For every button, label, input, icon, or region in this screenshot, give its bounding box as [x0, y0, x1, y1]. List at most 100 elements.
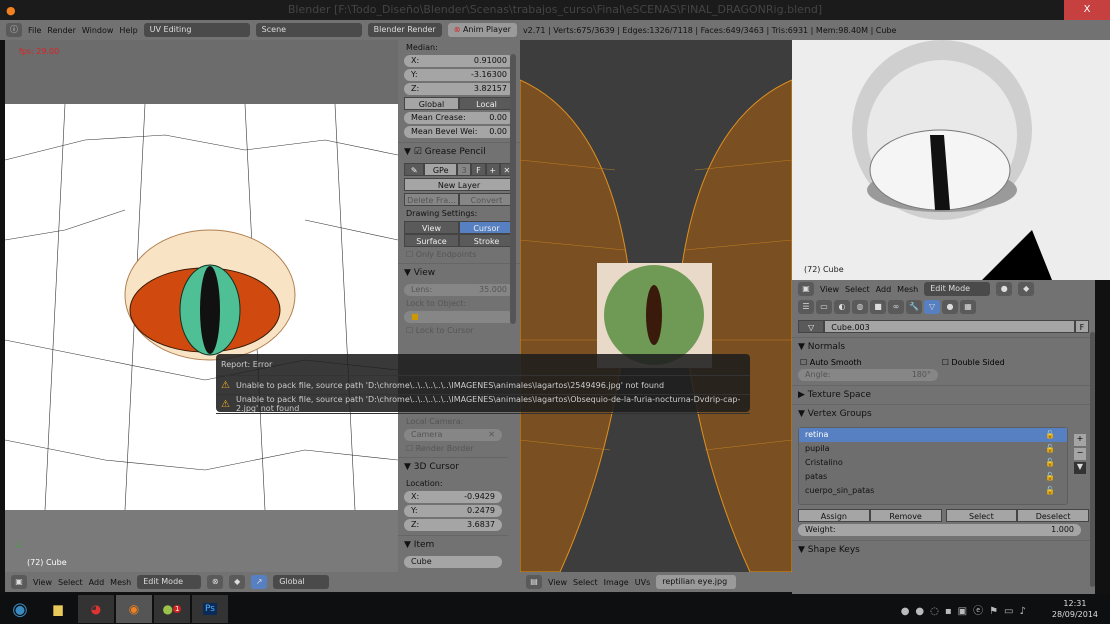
draw-view-toggle[interactable]: View — [404, 221, 459, 234]
menu-file[interactable]: File — [28, 26, 41, 35]
add-group-button[interactable]: + — [1074, 434, 1086, 446]
snap-icon[interactable]: ◆ — [229, 575, 246, 589]
clear-icon[interactable]: ✕ — [488, 429, 495, 441]
view-section[interactable]: ▼ View — [398, 263, 520, 282]
item-section[interactable]: ▼ Item — [398, 535, 508, 554]
render-tab-icon[interactable]: ▭ — [816, 300, 832, 314]
editor-type-button[interactable]: ▤ — [526, 575, 542, 589]
blender-icon[interactable]: ◉ — [116, 595, 152, 623]
menu-add[interactable]: Add — [89, 578, 105, 587]
vertex-group-item[interactable]: cuerpo_sin_patas 🔓 — [799, 484, 1067, 498]
mesh-data-icon[interactable]: ▽ — [798, 320, 825, 333]
vertex-group-item[interactable]: Cristalino 🔓 — [799, 456, 1067, 470]
anim-player-button[interactable]: ⊗ Anim Player — [447, 23, 517, 37]
chrome-icon[interactable]: ◕ — [78, 595, 114, 623]
grease-pencil-section[interactable]: ▼ ☑ Grease Pencil — [398, 142, 520, 161]
mean-crease-field[interactable]: Mean Crease: 0.00 — [404, 112, 514, 124]
editor-type-button[interactable]: ⓘ — [6, 23, 22, 37]
convert-button[interactable]: Convert — [459, 193, 514, 206]
manipulator-icon[interactable]: ↗ — [251, 575, 268, 589]
mesh-data-tab-icon[interactable]: ▽ — [924, 300, 940, 314]
delete-frame-button[interactable]: Delete Fra... — [404, 193, 459, 206]
uv-editor[interactable] — [520, 40, 792, 572]
vertex-groups-section[interactable]: ▼ Vertex Groups — [792, 404, 1095, 423]
texture-tab-icon[interactable]: ▦ — [960, 300, 976, 314]
vertex-group-item[interactable]: pupila 🔓 — [799, 442, 1067, 456]
lock-icon[interactable]: 🔓 — [1045, 428, 1055, 442]
cursor-x-field[interactable]: X: -0.9429 — [404, 491, 502, 503]
image-select[interactable]: reptilian eye.jpg — [656, 575, 737, 589]
modifiers-tab-icon[interactable]: 🔧 — [906, 300, 922, 314]
draw-cursor-toggle[interactable]: Cursor — [459, 221, 514, 234]
deselect-button[interactable]: Deselect — [1017, 509, 1089, 522]
texture-space-section[interactable]: ▶ Texture Space — [792, 385, 1095, 404]
lock-icon[interactable]: 🔓 — [1045, 470, 1055, 484]
cursor-y-field[interactable]: Y: 0.2479 — [404, 505, 502, 517]
remove-button[interactable]: Remove — [869, 509, 942, 522]
menu-mesh[interactable]: Mesh — [110, 578, 131, 587]
mean-bevel-field[interactable]: Mean Bevel Wei: 0.00 — [404, 126, 514, 138]
menu-help[interactable]: Help — [119, 26, 137, 35]
start-button[interactable]: ◉ — [2, 595, 38, 623]
world-tab-icon[interactable]: ◍ — [852, 300, 868, 314]
scene-select[interactable]: Scene — [255, 23, 362, 37]
normals-section[interactable]: ▼ Normals — [792, 337, 1095, 356]
editor-type-button[interactable]: ☰ — [798, 300, 814, 314]
object-tab-icon[interactable]: ■ — [870, 300, 886, 314]
weight-field[interactable]: Weight: 1.000 — [798, 524, 1081, 536]
spotify-icon[interactable]: ● 1 — [154, 595, 190, 623]
assign-button[interactable]: Assign — [798, 509, 870, 522]
photoshop-icon[interactable]: Ps — [192, 595, 228, 623]
menu-mesh[interactable]: Mesh — [897, 285, 918, 294]
cursor-z-field[interactable]: Z: 3.6837 — [404, 519, 502, 531]
scene-tab-icon[interactable]: ◐ — [834, 300, 850, 314]
pencil-icon[interactable]: ✎ — [404, 163, 425, 176]
menu-uvs[interactable]: UVs — [635, 578, 651, 587]
lock-icon[interactable]: 🔓 — [1045, 484, 1055, 498]
3d-viewport[interactable]: fps: 29.00 ⊥ (72) Cube — [5, 40, 398, 572]
vertex-group-item[interactable]: patas 🔓 — [799, 470, 1067, 484]
constraints-tab-icon[interactable]: ∞ — [888, 300, 904, 314]
tray-icons[interactable]: ●●◌▪▣ⓔ⚑▭♪ — [901, 602, 1032, 617]
lock-icon[interactable]: 🔓 — [1045, 456, 1055, 470]
properties-scrollbar[interactable] — [1090, 332, 1095, 587]
screen-layout-select[interactable]: UV Editing — [143, 23, 250, 37]
menu-add[interactable]: Add — [876, 285, 892, 294]
gp-layer-name[interactable]: GPe — [424, 163, 457, 176]
remove-group-button[interactable]: − — [1074, 448, 1086, 460]
lock-object-field[interactable]: ■ — [404, 311, 514, 323]
pivot-icon[interactable]: ◆ — [1018, 282, 1035, 296]
shape-keys-section[interactable]: ▼ Shape Keys — [792, 540, 1095, 559]
menu-select[interactable]: Select — [573, 578, 598, 587]
gp-add-icon[interactable]: + — [485, 163, 500, 176]
new-layer-button[interactable]: New Layer — [404, 178, 514, 191]
mode-select[interactable]: Edit Mode — [924, 282, 991, 296]
menu-render[interactable]: Render — [47, 26, 75, 35]
draw-surface-toggle[interactable]: Surface — [404, 234, 459, 247]
3d-cursor-section[interactable]: ▼ 3D Cursor — [398, 457, 508, 476]
npanel-scrollbar[interactable] — [510, 54, 516, 324]
draw-stroke-toggle[interactable]: Stroke — [459, 234, 514, 247]
item-name-field[interactable]: Cube — [404, 556, 502, 568]
group-specials-button[interactable]: ▼ — [1074, 462, 1086, 474]
fake-user-button[interactable]: F — [1074, 320, 1089, 333]
lens-field[interactable]: Lens: 35.000 — [404, 284, 514, 296]
lock-icon[interactable]: 🔓 — [1045, 442, 1055, 456]
mesh-name-field[interactable]: Cube.003 — [824, 320, 1075, 333]
orientation-select[interactable]: Global — [273, 575, 330, 589]
vertex-group-item[interactable]: retina 🔓 — [799, 428, 1067, 442]
double-sided-checkbox[interactable]: ☐ Double Sided — [942, 358, 1005, 367]
render-viewport[interactable]: (72) Cube — [792, 40, 1110, 280]
clock[interactable]: 12:31 28/09/2014 — [1052, 598, 1098, 620]
render-engine-select[interactable]: Blender Render — [367, 23, 442, 37]
close-window-button[interactable]: X — [1064, 0, 1110, 20]
file-explorer-icon[interactable]: ▆ — [40, 595, 76, 623]
camera-field[interactable]: Camera ✕ — [404, 429, 502, 441]
material-tab-icon[interactable]: ● — [942, 300, 958, 314]
angle-field[interactable]: Angle: 180° — [798, 369, 938, 381]
editor-type-button[interactable]: ▣ — [11, 575, 27, 589]
menu-window[interactable]: Window — [82, 26, 114, 35]
lock-to-cursor-checkbox[interactable]: ☐ Lock to Cursor — [406, 326, 512, 335]
editor-type-button[interactable]: ▣ — [798, 282, 814, 296]
global-toggle[interactable]: Global — [404, 97, 459, 110]
